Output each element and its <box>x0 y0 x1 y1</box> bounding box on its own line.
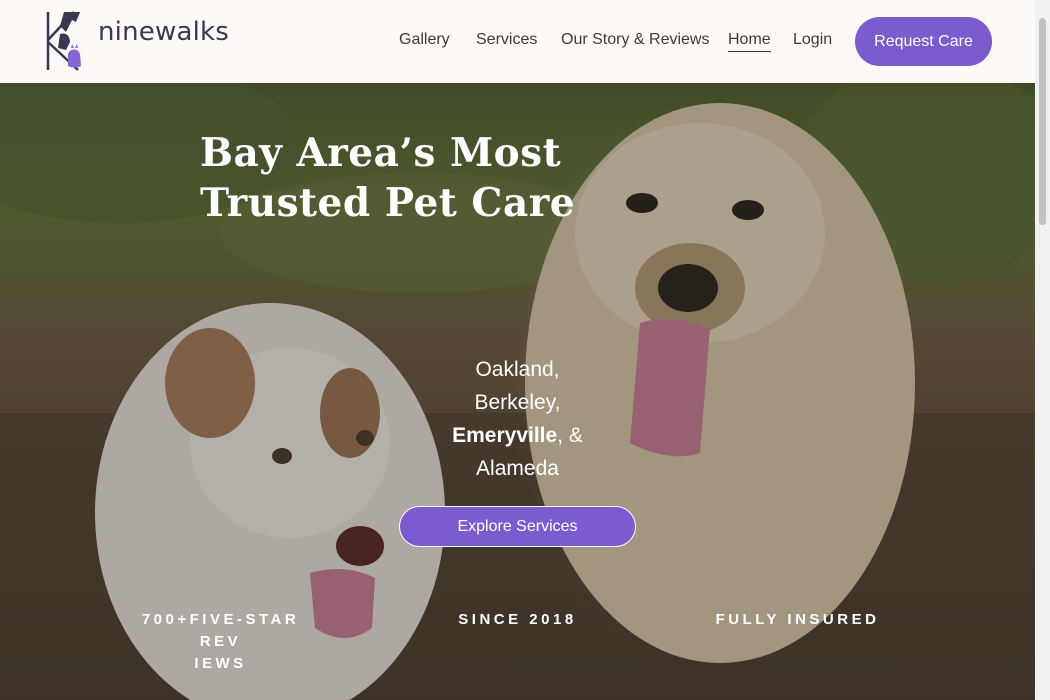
city-emeryville: Emeryville, & <box>452 424 583 447</box>
site-header: ninewalks Gallery Services Our Story & R… <box>0 0 1035 83</box>
hero-section: Bay Area’s Most Trusted Pet Care Oakland… <box>0 83 1035 700</box>
nav-services[interactable]: Services <box>476 31 537 49</box>
stat-insured: FULLY INSURED <box>715 611 880 628</box>
city-berkeley: Berkeley, <box>474 391 561 414</box>
page-scrollbar[interactable] <box>1035 0 1050 700</box>
logo[interactable]: ninewalks <box>44 10 229 72</box>
headline-line-1: Bay Area’s Most <box>200 130 562 176</box>
city-oakland: Oakland, <box>475 358 560 381</box>
headline-line-2: Trusted Pet Care <box>200 180 576 226</box>
nav-gallery[interactable]: Gallery <box>399 31 450 49</box>
stat-reviews: 700+FIVE-STAR REV IEWS <box>141 611 300 672</box>
dog-cat-logo-icon <box>46 11 81 71</box>
hero-headline: Bay Area’s Most Trusted Pet Care <box>200 128 575 228</box>
nav-home[interactable]: Home <box>728 31 771 52</box>
explore-services-button[interactable]: Explore Services <box>399 506 636 547</box>
service-cities: Oakland, Berkeley, Emeryville, & Alameda <box>440 353 595 485</box>
nav-our-story-reviews[interactable]: Our Story & Reviews <box>561 31 709 49</box>
brand-name: ninewalks <box>98 17 230 47</box>
scrollbar-thumb[interactable] <box>1039 18 1046 225</box>
stat-since: SINCE 2018 <box>458 611 577 628</box>
request-care-button[interactable]: Request Care <box>855 17 992 66</box>
city-alameda: Alameda <box>476 457 559 480</box>
nav-login[interactable]: Login <box>793 31 832 49</box>
